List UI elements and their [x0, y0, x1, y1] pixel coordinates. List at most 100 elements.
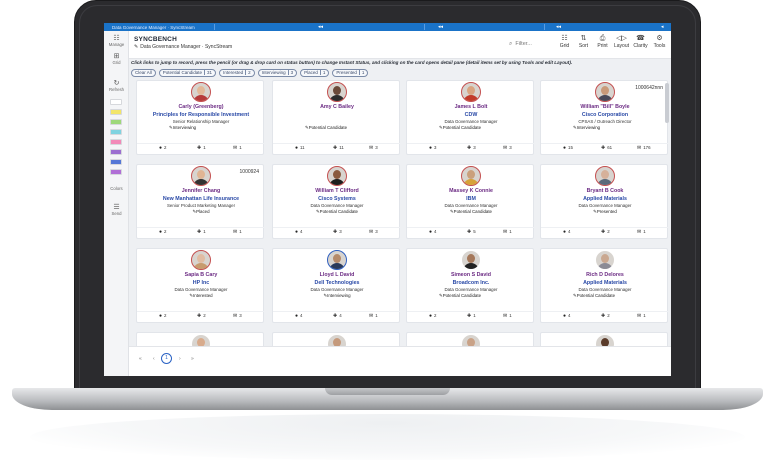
- tool-print-button[interactable]: ⎙ Print: [593, 34, 612, 58]
- first-page-button[interactable]: «: [139, 356, 142, 362]
- avatar[interactable]: [461, 334, 481, 346]
- company-link[interactable]: Applied Materials: [541, 280, 669, 286]
- instant-status[interactable]: ✎Interviewing: [273, 293, 401, 299]
- tool-layout-button[interactable]: ◁▷ Layout: [612, 34, 631, 58]
- current-page-button[interactable]: 1: [161, 353, 172, 364]
- filter-input[interactable]: ⌕ Filter...: [509, 39, 551, 49]
- collapse-arrow-icon[interactable]: ◂: [661, 23, 664, 31]
- company-link[interactable]: Broadcom Inc.: [407, 280, 535, 286]
- candidate-card[interactable]: William T Clifford Cisco Systems Data Gove…: [272, 164, 401, 239]
- company-link[interactable]: CDW: [407, 112, 535, 118]
- candidate-name[interactable]: William "Bill" Boyle: [541, 104, 669, 110]
- color-swatch[interactable]: [110, 159, 122, 165]
- company-link[interactable]: HP Inc: [137, 280, 265, 286]
- instant-status[interactable]: ✎Potential Candidate: [439, 125, 529, 131]
- candidate-name[interactable]: William T Clifford: [273, 188, 401, 194]
- candidate-name[interactable]: Bryant B Cook: [541, 188, 669, 194]
- tool-sort-button[interactable]: ⇅ Sort: [574, 34, 593, 58]
- prev-page-button[interactable]: ‹: [153, 356, 155, 362]
- color-swatch[interactable]: [110, 129, 122, 135]
- instant-status[interactable]: ✎Potential Candidate: [407, 209, 535, 215]
- company-link[interactable]: IBM: [407, 196, 535, 202]
- company-link[interactable]: Principles for Responsible Investment: [137, 112, 265, 118]
- color-swatch[interactable]: [110, 149, 122, 155]
- candidate-card[interactable]: Bryant B Cook Applied Materials Data Gover…: [540, 164, 669, 239]
- avatar[interactable]: [327, 82, 347, 102]
- tool-clarity-button[interactable]: ☎ Clarity: [631, 34, 650, 58]
- color-swatch[interactable]: [110, 139, 122, 145]
- candidate-name[interactable]: James L Bolt: [407, 104, 535, 110]
- company-link[interactable]: Applied Materials: [541, 196, 669, 202]
- color-swatch[interactable]: [110, 99, 122, 105]
- avatar[interactable]: [191, 334, 211, 346]
- candidate-card[interactable]: Massey K Connie IBM Data Governance Manage…: [406, 164, 535, 239]
- instant-status[interactable]: ✎Interviewing: [169, 125, 259, 131]
- candidate-card[interactable]: Simeon S David Broadcom Inc. Data Governan…: [406, 248, 535, 323]
- company-link[interactable]: Dell Technologies: [273, 280, 401, 286]
- avatar[interactable]: [461, 82, 481, 102]
- rail-button-0[interactable]: ☷ Manage: [104, 35, 129, 47]
- tool-grid-button[interactable]: ☷ Grid: [555, 34, 574, 58]
- status-chip[interactable]: Potential Candidate 31: [158, 69, 217, 77]
- avatar[interactable]: [595, 250, 615, 270]
- instant-status[interactable]: ✎Potential Candidate: [439, 293, 529, 299]
- candidate-name[interactable]: Simeon S David: [407, 272, 535, 278]
- instant-status[interactable]: ✎Placed: [137, 209, 265, 215]
- candidate-card[interactable]: [272, 332, 400, 346]
- candidate-card[interactable]: 1000642nnn William "Bill" Boyle Cisco Corp…: [540, 80, 669, 155]
- candidate-name[interactable]: Lloyd L David: [273, 272, 401, 278]
- color-swatch[interactable]: [110, 119, 122, 125]
- candidate-card[interactable]: [406, 332, 534, 346]
- rail-button-4[interactable]: ☰ Send: [104, 204, 129, 216]
- instant-status[interactable]: ✎Potential Candidate: [273, 209, 401, 215]
- status-chip[interactable]: Interested 2: [219, 69, 255, 77]
- instant-status[interactable]: ✎Potential Candidate: [305, 125, 395, 131]
- candidate-card[interactable]: Sapia B Cary HP Inc Data Governance Manage…: [136, 248, 265, 323]
- collapse-arrow-icon[interactable]: ◂◂: [556, 23, 561, 31]
- candidate-card[interactable]: Carly (Greenberg) Principles for Responsi…: [136, 80, 265, 155]
- avatar[interactable]: [327, 334, 347, 346]
- candidate-name[interactable]: Rich D Delores: [541, 272, 669, 278]
- candidate-name[interactable]: Massey K Connie: [407, 188, 535, 194]
- collapse-arrow-icon[interactable]: ◂◂: [318, 23, 323, 31]
- status-chip[interactable]: Interviewing 3: [257, 69, 298, 77]
- avatar[interactable]: [191, 166, 211, 186]
- rail-button-1[interactable]: ⊞ Grid: [104, 53, 129, 65]
- avatar[interactable]: [595, 334, 615, 346]
- instant-status[interactable]: ✎Potential Candidate: [573, 293, 663, 299]
- avatar[interactable]: [191, 82, 211, 102]
- candidate-name[interactable]: Amy C Bailey: [273, 104, 401, 110]
- avatar[interactable]: [327, 250, 347, 270]
- color-swatch[interactable]: [110, 109, 122, 115]
- instant-status[interactable]: ✎Interested: [137, 293, 265, 299]
- company-link[interactable]: Cisco Systems: [273, 196, 401, 202]
- next-page-button[interactable]: ›: [179, 356, 181, 362]
- status-chip[interactable]: Placed 1: [300, 69, 330, 77]
- collapse-arrow-icon[interactable]: ◂◂: [438, 23, 443, 31]
- status-chip[interactable]: Presented 1: [332, 69, 369, 77]
- avatar[interactable]: [191, 250, 211, 270]
- avatar[interactable]: [595, 166, 615, 186]
- scrollbar[interactable]: [665, 83, 669, 123]
- candidate-card[interactable]: Amy C Bailey ✎Potential Candidate ● 11 ✚ 11 ✉ 3: [272, 80, 401, 155]
- candidate-card[interactable]: [136, 332, 264, 346]
- candidate-name[interactable]: Carly (Greenberg): [137, 104, 265, 110]
- candidate-name[interactable]: Sapia B Cary: [137, 272, 265, 278]
- last-page-button[interactable]: »: [191, 356, 194, 362]
- tool-tools-button[interactable]: ⚙ Tools: [650, 34, 669, 58]
- candidate-card[interactable]: Rich D Delores Applied Materials Data Gove…: [540, 248, 669, 323]
- status-chip[interactable]: Clear All: [131, 69, 156, 77]
- candidate-card[interactable]: Lloyd L David Dell Technologies Data Gover…: [272, 248, 401, 323]
- candidate-card[interactable]: James L Bolt CDW Data Governance Manager ✎P…: [406, 80, 535, 155]
- avatar[interactable]: [461, 166, 481, 186]
- color-swatch[interactable]: [110, 169, 122, 175]
- avatar[interactable]: [327, 166, 347, 186]
- candidate-card[interactable]: [540, 332, 668, 346]
- candidate-card[interactable]: 1000924 Jennifer Chang New Manhattan Life …: [136, 164, 265, 239]
- rail-button-2[interactable]: ↻ Refresh: [104, 80, 129, 92]
- instant-status[interactable]: ✎Presented: [541, 209, 669, 215]
- company-link[interactable]: New Manhattan Life Insurance: [137, 196, 265, 202]
- avatar[interactable]: [461, 250, 481, 270]
- candidate-name[interactable]: Jennifer Chang: [137, 188, 265, 194]
- avatar[interactable]: [595, 82, 615, 102]
